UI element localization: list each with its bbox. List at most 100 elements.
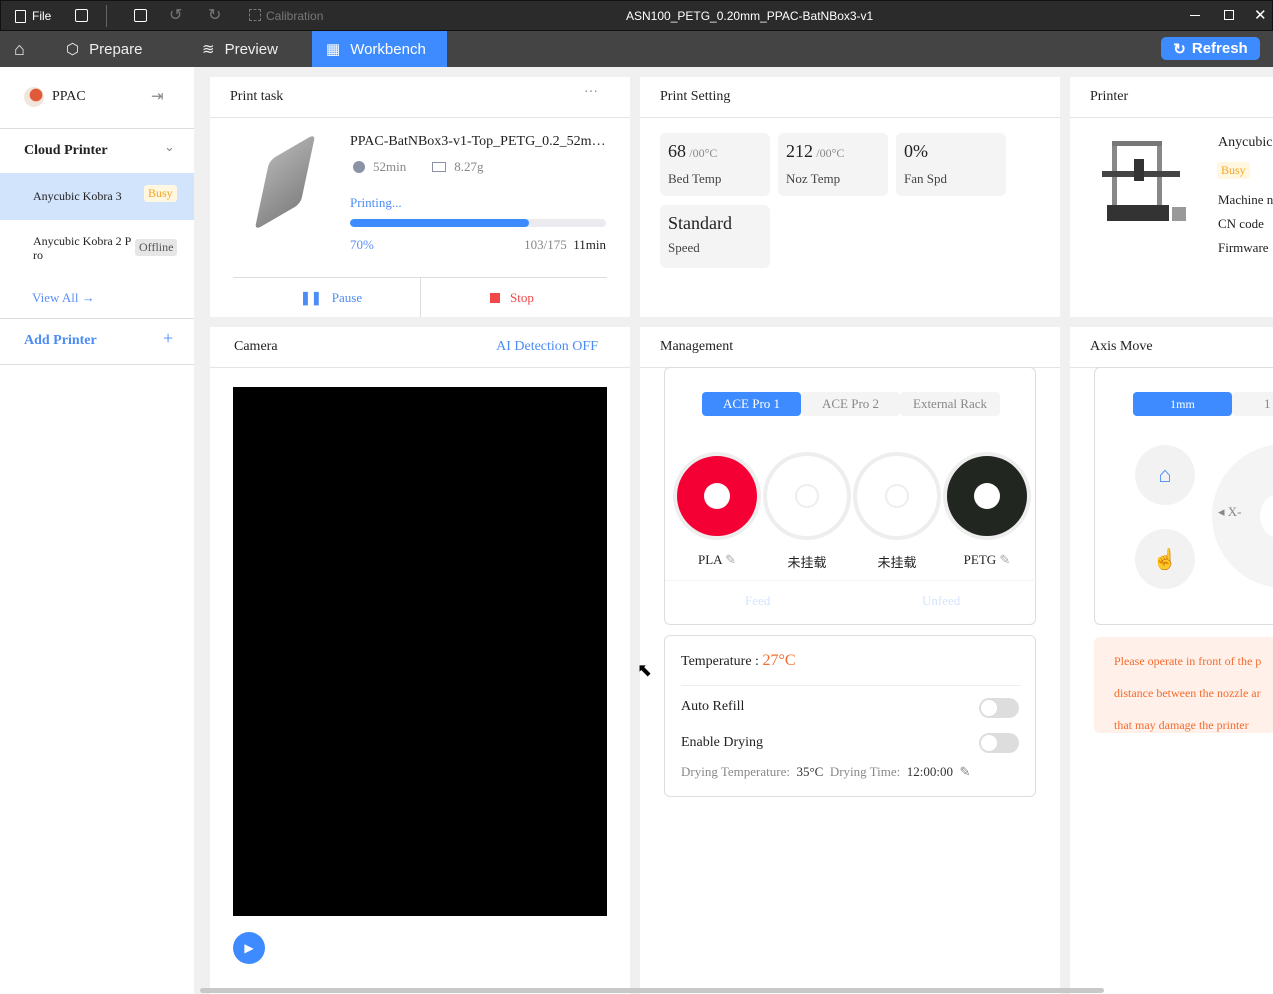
layers-icon: ≋	[202, 41, 215, 58]
nozzle-temp-card[interactable]: 212 /00°C Noz Temp	[778, 133, 888, 196]
warning-line: Please operate in front of the p	[1114, 654, 1262, 668]
tab-ace-pro-2[interactable]: ACE Pro 2	[801, 392, 900, 416]
panel-title: Print task	[210, 77, 630, 118]
cn-code-label: CN code	[1218, 216, 1264, 231]
printer-panel: Printer Anycubic Busy Machine n CN code …	[1070, 77, 1273, 317]
edit-icon[interactable]: ✎	[725, 552, 736, 567]
home-icon: ⌂	[14, 38, 25, 59]
axis-box: 1mm 1 ⌂ ☝ ◂ X-	[1094, 367, 1273, 625]
pause-icon: ❚❚	[300, 290, 322, 305]
undo-icon[interactable]: ↺	[169, 5, 182, 25]
enable-drying-toggle[interactable]	[979, 733, 1019, 753]
close-icon[interactable]: ✕	[1254, 6, 1267, 24]
logout-icon[interactable]: ⇥	[151, 87, 164, 106]
temperature-value: 27°C	[762, 652, 796, 669]
filament-icon	[432, 162, 447, 172]
slot-label: PLA ✎	[698, 552, 736, 567]
cube-icon: ⬡	[66, 41, 80, 58]
maximize-icon[interactable]	[1224, 10, 1234, 20]
firmware-label: Firmware	[1218, 240, 1269, 255]
tab-ace-pro-1[interactable]: ACE Pro 1	[702, 392, 801, 416]
edit-icon[interactable]: ✎	[960, 764, 971, 779]
manual-move-button[interactable]: ☝	[1135, 529, 1195, 589]
hand-move-icon: ☝	[1152, 548, 1178, 571]
filament-slot[interactable]	[673, 452, 761, 540]
horizontal-scrollbar[interactable]	[200, 988, 1104, 993]
remaining-time: 11min	[573, 237, 606, 252]
axis-move-panel: Axis Move 1mm 1 ⌂ ☝ ◂ X- Please operate …	[1070, 327, 1273, 994]
warning-line: that may damage the printer	[1114, 718, 1249, 732]
printer-image	[1102, 141, 1186, 227]
printer-item[interactable]: Anycubic Kobra 2 Pro Offline	[0, 220, 194, 275]
print-setting-panel: Print Setting 68 /00°C Bed Temp 212 /00°C…	[640, 77, 1060, 317]
print-task-panel: Print task ··· PPAC-BatNBox3-v1-Top_PETG…	[210, 77, 630, 317]
slot-label: PETG ✎	[963, 552, 1011, 567]
status-badge: Busy	[1217, 162, 1250, 179]
menu-icon[interactable]	[75, 9, 88, 22]
view-all-link[interactable]: View All →	[32, 290, 95, 306]
panel-title: Axis Move	[1070, 327, 1273, 368]
slot-label: 未挂载	[877, 555, 917, 570]
divider	[106, 5, 107, 27]
panel-title: Management	[640, 327, 1060, 368]
refresh-button[interactable]: ↻ Refresh	[1161, 37, 1260, 60]
step-1mm[interactable]: 1mm	[1133, 392, 1232, 416]
progress-bar	[350, 219, 606, 227]
edit-icon[interactable]: ✎	[999, 552, 1010, 567]
model-thumbnail	[254, 133, 316, 231]
drying-temp-value: 35°C	[796, 764, 824, 779]
tab-prepare[interactable]: ⬡ Prepare	[52, 31, 156, 67]
redo-icon[interactable]: ↻	[208, 5, 221, 25]
fan-speed-card[interactable]: 0% Fan Spd	[896, 133, 1006, 196]
printer-name: Anycubic	[1218, 135, 1273, 150]
progress-label: 70%	[350, 237, 374, 252]
add-printer-button[interactable]: Add Printer	[24, 333, 97, 349]
calibration-icon	[249, 9, 261, 21]
filament-slot[interactable]	[853, 452, 941, 540]
x-minus-button[interactable]: ◂ X-	[1218, 504, 1242, 520]
speed-card[interactable]: Standard Speed	[660, 205, 770, 268]
pause-button[interactable]: ❚❚ Pause	[300, 290, 362, 306]
plus-icon[interactable]: +	[163, 328, 173, 349]
filament-slot[interactable]	[763, 452, 851, 540]
printer-item[interactable]: Anycubic Kobra 3 Busy	[0, 173, 194, 220]
stop-icon	[490, 293, 500, 303]
avatar[interactable]	[24, 87, 44, 107]
enable-drying-label: Enable Drying	[681, 735, 764, 750]
home-icon: ⌂	[1158, 462, 1172, 487]
chevron-down-icon[interactable]: ⌄	[164, 139, 175, 155]
calibration-button[interactable]: Calibration	[249, 9, 323, 23]
tab-preview[interactable]: ≋ Preview	[188, 31, 292, 67]
drying-time-label: Drying Time:	[829, 764, 901, 779]
warning-line: distance between the nozzle ar	[1114, 686, 1261, 700]
stop-button[interactable]: Stop	[490, 290, 534, 306]
drying-temp-label: Drying Temperature:	[681, 764, 790, 779]
tab-external-rack[interactable]: External Rack	[900, 392, 1000, 416]
feed-button[interactable]: Feed	[745, 593, 770, 609]
filament-slot[interactable]	[943, 452, 1031, 540]
save-icon[interactable]	[134, 9, 147, 22]
jog-wheel[interactable]: ◂ X-	[1212, 444, 1273, 588]
management-panel: Management ACE Pro 1 ACE Pro 2 External …	[640, 327, 1060, 994]
bed-temp-card[interactable]: 68 /00°C Bed Temp	[660, 133, 770, 196]
status-badge: Busy	[144, 185, 177, 202]
tab-home[interactable]: ⌂	[0, 31, 39, 67]
panel-title: Print Setting	[640, 77, 1060, 118]
play-button[interactable]: ▶	[233, 932, 265, 964]
slot-label: 未挂载	[787, 555, 827, 570]
drying-box: Temperature : 27°C Auto Refill Enable Dr…	[664, 635, 1036, 797]
sidebar: PPAC ⇥ Cloud Printer ⌄ Anycubic Kobra 3 …	[0, 67, 194, 994]
step-option[interactable]: 1	[1232, 392, 1273, 416]
minimize-icon[interactable]	[1190, 15, 1200, 16]
unfeed-button[interactable]: Unfeed	[922, 593, 960, 609]
auto-refill-toggle[interactable]	[979, 698, 1019, 718]
tab-workbench[interactable]: ▦ Workbench	[312, 31, 447, 67]
home-axis-button[interactable]: ⌂	[1135, 445, 1195, 505]
more-icon[interactable]: ···	[584, 85, 598, 101]
window-title: ASN100_PETG_0.20mm_PPAC-BatNBox3-v1	[626, 9, 874, 23]
ai-detection-toggle[interactable]: AI Detection OFF	[496, 339, 598, 355]
file-menu[interactable]: File	[15, 9, 51, 23]
grid-icon: ▦	[326, 41, 341, 58]
ace-box: ACE Pro 1 ACE Pro 2 External Rack PLA ✎ 未…	[664, 367, 1037, 625]
cloud-printer-heading[interactable]: Cloud Printer	[24, 143, 108, 159]
